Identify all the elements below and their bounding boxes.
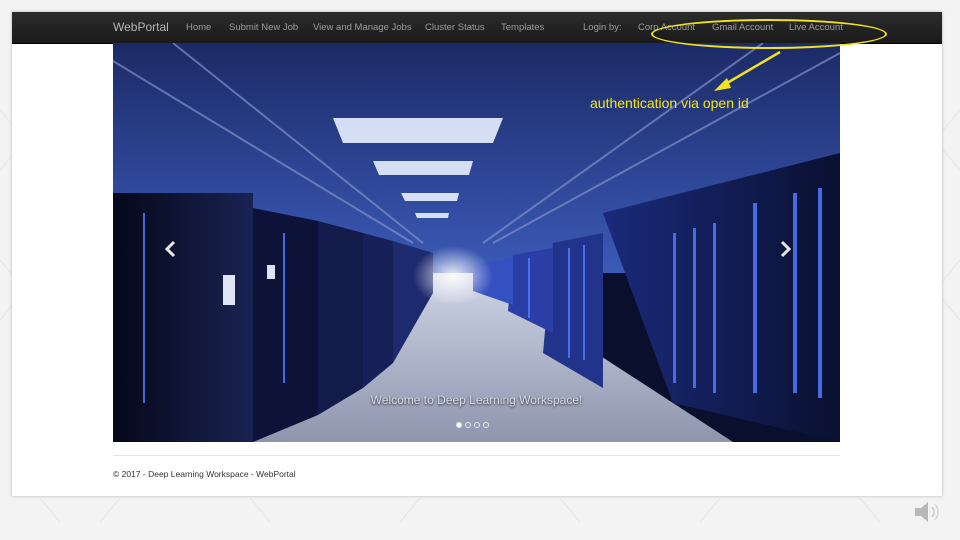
nav-view-manage-jobs[interactable]: View and Manage Jobs	[313, 12, 412, 43]
annotation-ellipse	[651, 19, 887, 49]
carousel-dot-3[interactable]	[474, 422, 480, 428]
carousel-dot-1[interactable]	[456, 422, 462, 428]
chevron-left-icon[interactable]	[161, 239, 181, 259]
nav-submit-new-job[interactable]: Submit New Job	[229, 12, 298, 43]
browser-screenshot: WebPortal Home Submit New Job View and M…	[12, 12, 942, 496]
nav-templates[interactable]: Templates	[501, 12, 544, 43]
carousel-caption: Welcome to Deep Learning Workspace!	[370, 393, 583, 407]
brand-link[interactable]: WebPortal	[113, 12, 169, 43]
carousel-dot-4[interactable]	[483, 422, 489, 428]
speaker-icon[interactable]	[913, 498, 943, 526]
footer-text: © 2017 - Deep Learning Workspace - WebPo…	[113, 469, 296, 479]
nav-home[interactable]: Home	[186, 12, 211, 43]
carousel-dot-2[interactable]	[465, 422, 471, 428]
nav-cluster-status[interactable]: Cluster Status	[425, 12, 485, 43]
footer-divider	[113, 455, 840, 456]
annotation-text: authentication via open id	[590, 95, 749, 111]
chevron-right-icon[interactable]	[775, 239, 795, 259]
login-by-label: Login by:	[583, 22, 622, 33]
